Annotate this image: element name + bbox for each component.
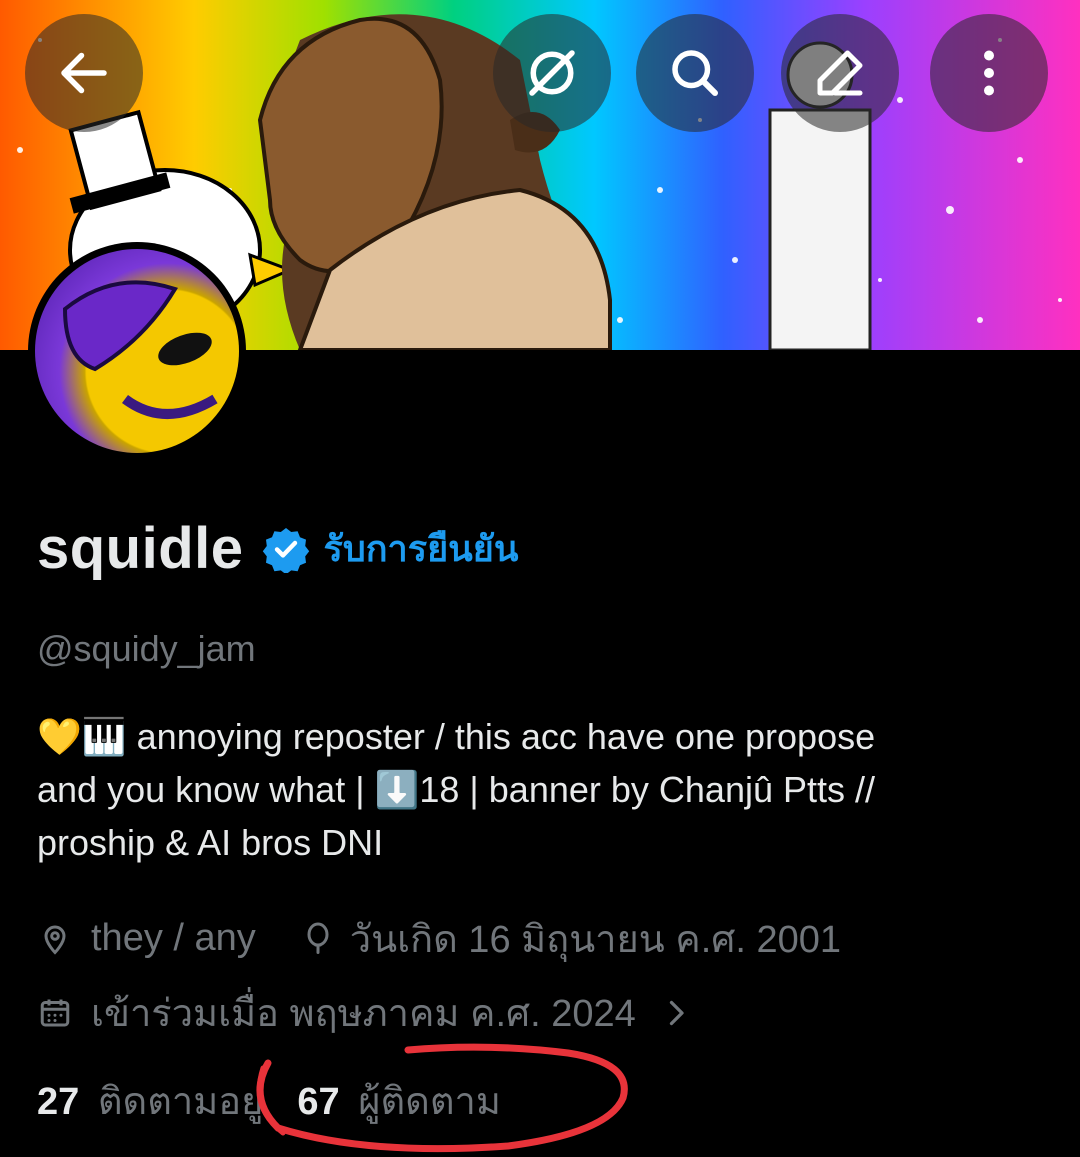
bio-line: and you know what | ⬇️18 | banner by Cha… [37,769,876,810]
calendar-icon [40,999,70,1026]
verified-badge-icon[interactable] [262,525,310,573]
joined-row: เข้าร่วมเมื่อ พฤษภาคม ค.ศ. 2024 [37,982,694,1043]
bio-line: proship & AI bros DNI [37,822,384,863]
profile-avatar[interactable] [28,242,246,460]
get-verified-link[interactable]: รับการยืนยัน [324,520,519,577]
more-options-button[interactable] [930,14,1048,132]
profile-handle: @squidy_jam [37,628,256,669]
display-name: squidle [37,516,244,581]
edit-icon [817,50,863,96]
birthday-text: วันเกิด 16 มิถุนายน ค.ศ. 2001 [349,919,842,961]
grok-button[interactable] [493,14,611,132]
following-count: 27 [37,1081,80,1123]
search-icon [672,50,718,96]
bio-line: 💛🎹 annoying reposter / this acc have one… [37,716,876,757]
following-link[interactable]: 27 ติดตามอยู่ [37,1070,263,1131]
back-button[interactable] [25,14,143,132]
balloon-icon [307,922,329,954]
profile-bio: 💛🎹 annoying reposter / this acc have one… [37,710,1037,869]
name-row: squidle รับการยืนยัน [37,515,518,582]
location-icon [44,925,66,955]
joined-text: เข้าร่วมเมื่อ พฤษภาคม ค.ศ. 2024 [91,993,636,1035]
red-circle-annotation [256,1043,628,1153]
grok-icon [529,50,575,96]
location-text: they / any [91,917,256,959]
search-button[interactable] [636,14,754,132]
more-vertical-icon [984,50,994,96]
chevron-right-icon[interactable] [658,995,694,1031]
edit-button[interactable] [781,14,899,132]
profile-meta-row: they / any วันเกิด 16 มิถุนายน ค.ศ. 2001 [37,908,841,969]
arrow-left-icon [61,52,107,94]
avatar-image [35,249,239,453]
